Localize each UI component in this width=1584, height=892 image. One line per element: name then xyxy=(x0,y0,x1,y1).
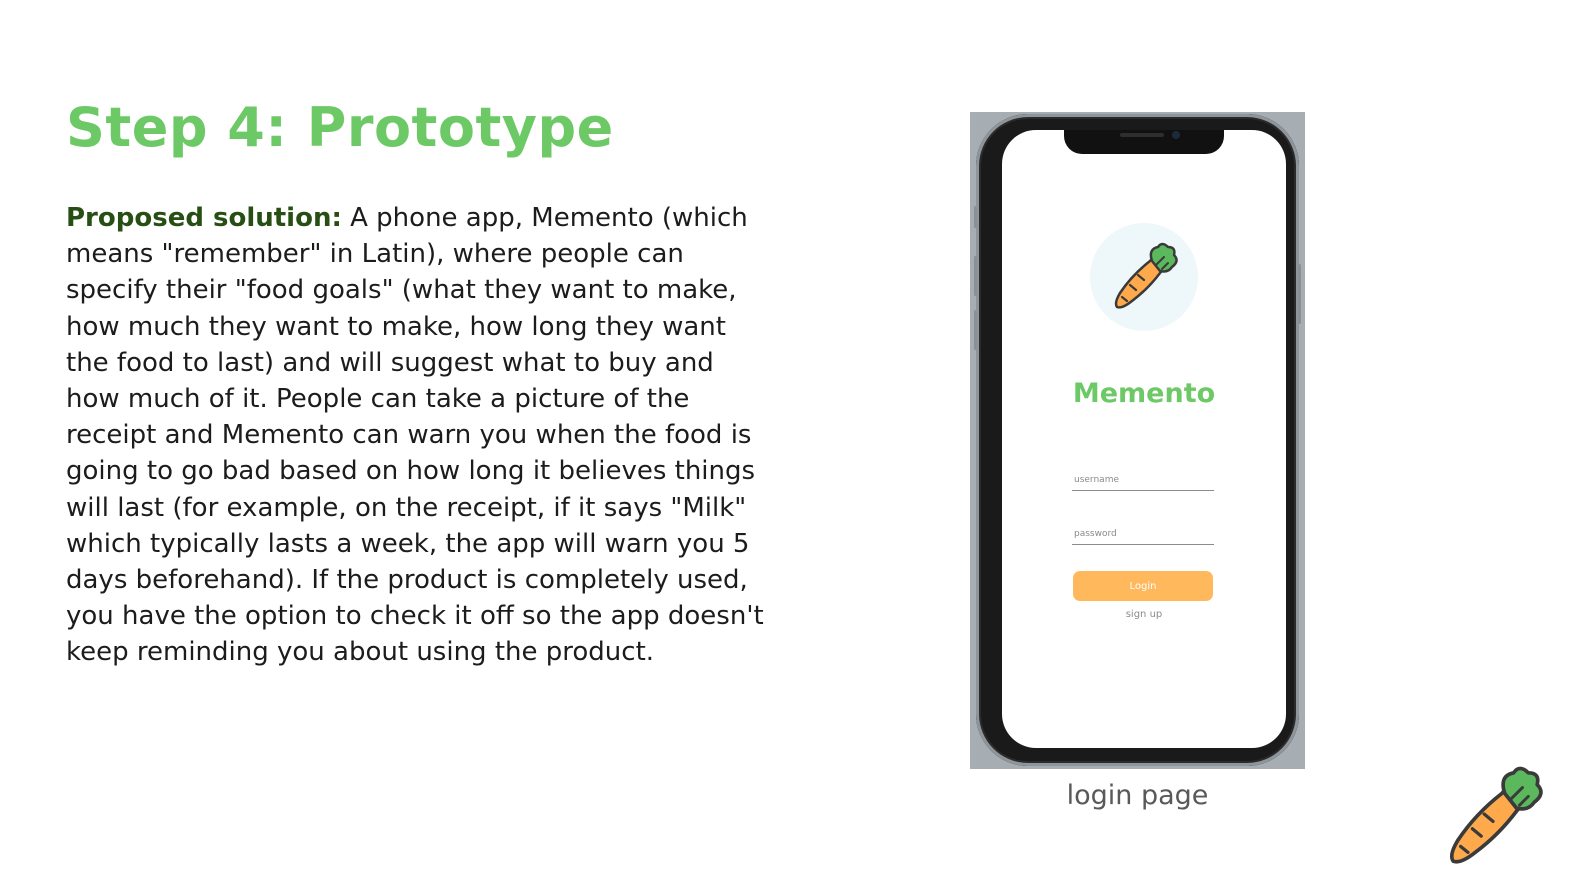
username-input[interactable] xyxy=(1072,471,1214,491)
carrot-icon xyxy=(1114,242,1178,309)
phone-side-button xyxy=(974,256,977,296)
phone-side-button xyxy=(974,206,977,228)
slide-title: Step 4: Prototype xyxy=(66,96,614,159)
slide: Step 4: Prototype Proposed solution: A p… xyxy=(0,0,1584,892)
app-logo xyxy=(1090,223,1198,331)
phone-screen: Memento Login sign up xyxy=(1002,130,1286,748)
signup-link[interactable]: sign up xyxy=(1002,609,1286,620)
login-button[interactable]: Login xyxy=(1073,571,1213,601)
body-text: A phone app, Memento (which means "remem… xyxy=(66,203,764,668)
password-input[interactable] xyxy=(1072,525,1214,545)
body-paragraph: Proposed solution: A phone app, Memento … xyxy=(66,200,766,671)
phone-side-button xyxy=(974,310,977,350)
front-camera-icon xyxy=(1172,131,1180,139)
body-lead: Proposed solution: xyxy=(66,203,342,233)
phone-mockup: Memento Login sign up xyxy=(970,112,1305,769)
app-title: Memento xyxy=(1072,378,1216,409)
screenshot-caption: login page xyxy=(1066,780,1209,811)
carrot-icon xyxy=(1449,766,1543,864)
phone-body: Memento Login sign up xyxy=(974,114,1301,766)
phone-notch xyxy=(1064,130,1224,154)
phone-side-button xyxy=(1298,264,1301,324)
speaker-grille xyxy=(1120,133,1164,137)
